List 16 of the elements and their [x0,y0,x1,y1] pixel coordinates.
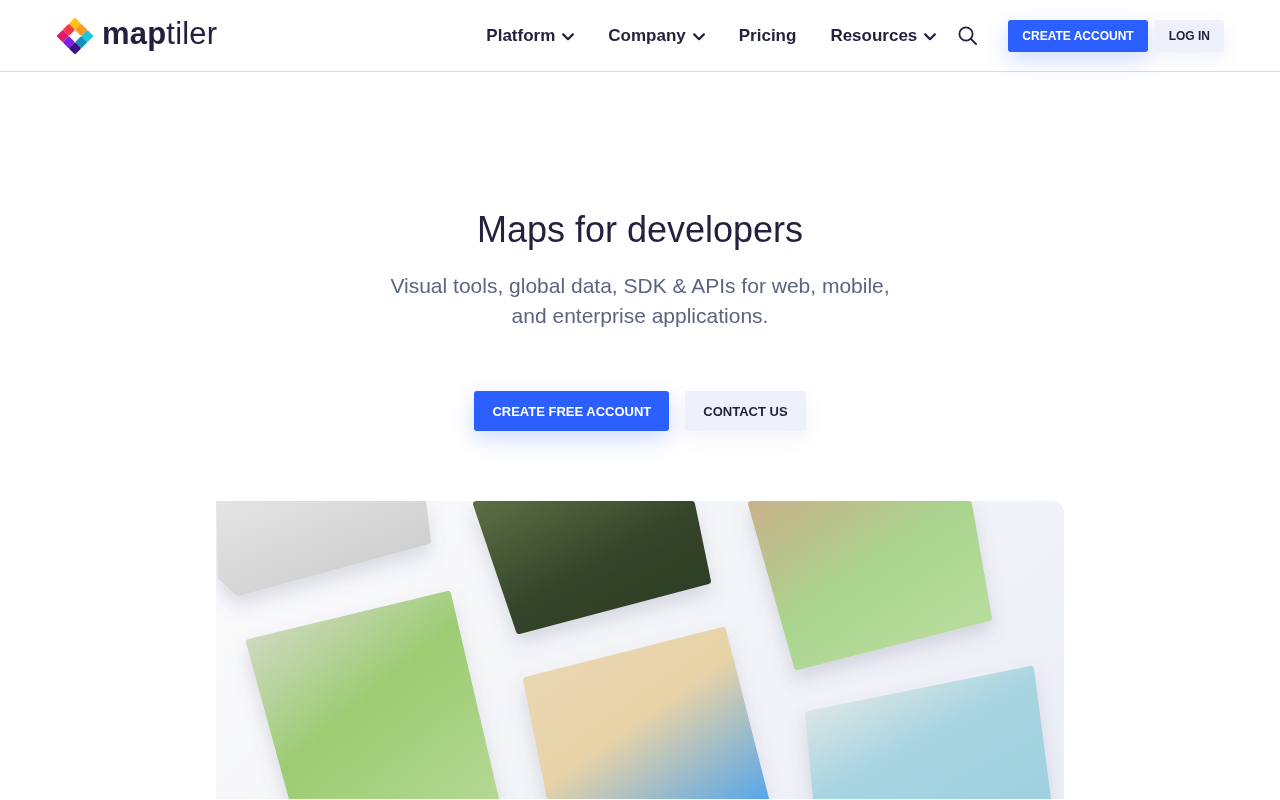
chevron-icon [692,32,705,41]
nav-link[interactable]: Resources [830,24,937,47]
logo-icon[interactable] [56,16,94,55]
nav-link[interactable]: Platform [486,24,575,47]
chevron-icon [924,32,937,41]
nav-link[interactable]: Company [608,24,705,47]
hero-button[interactable]: CONTACT US [685,391,806,431]
header-button[interactable]: CREATE ACCOUNT [1008,19,1148,52]
header-button[interactable]: LOG IN [1154,19,1224,52]
hero-subtitle: Visual tools, global data, SDK & APIs for web, mobile, and enterprise applications. [389,273,891,329]
hero-title: Maps for developers [476,208,804,252]
nav-link[interactable]: Pricing [738,24,797,47]
search-icon[interactable] [958,26,978,45]
logo-wordmark[interactable]: maptiler [102,15,218,56]
chevron-icon [562,32,575,41]
hero-button[interactable]: CREATE FREE ACCOUNT [474,391,670,431]
